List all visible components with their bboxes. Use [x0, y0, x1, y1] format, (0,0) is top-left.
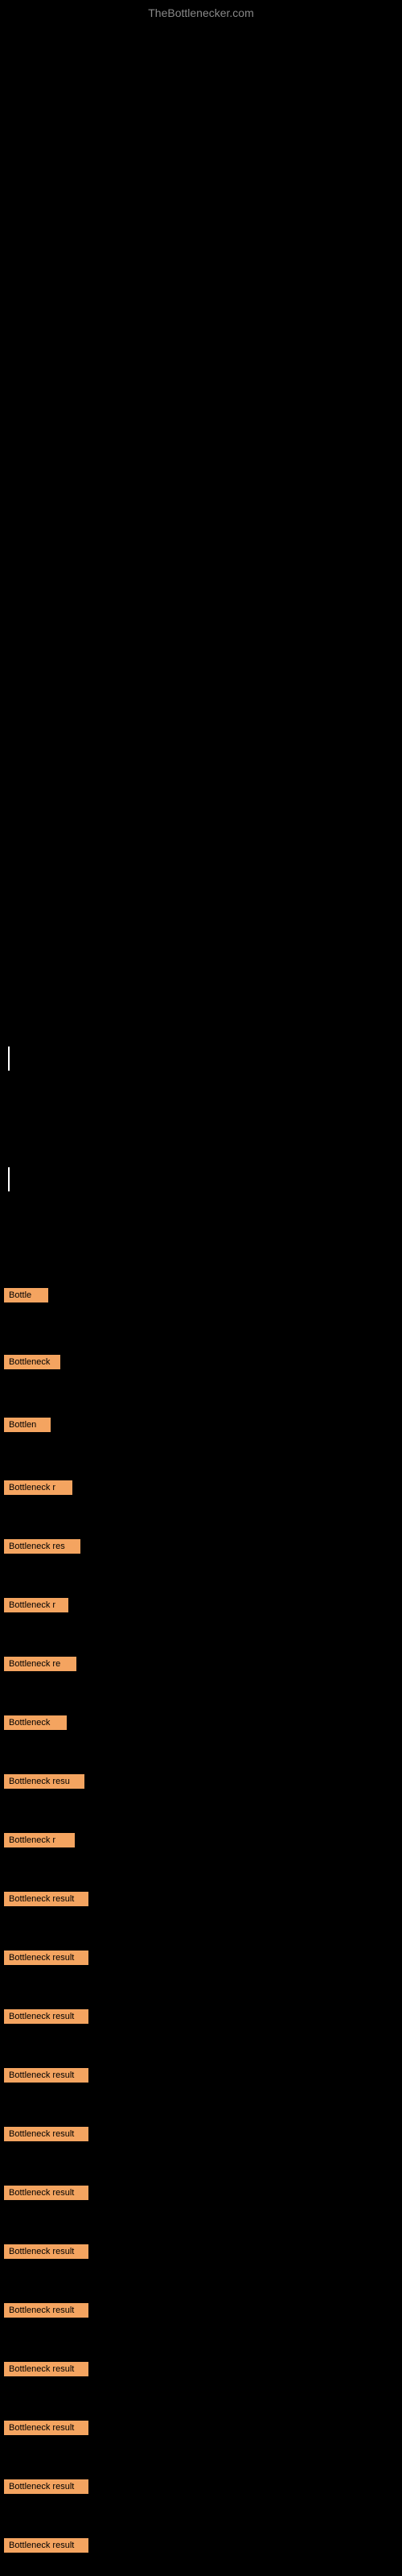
bottleneck-item-17: Bottleneck result	[4, 2244, 88, 2259]
bottleneck-item-21: Bottleneck result	[4, 2479, 88, 2494]
bottleneck-item-3: Bottlen	[4, 1418, 51, 1432]
bottleneck-item-18: Bottleneck result	[4, 2303, 88, 2318]
bottleneck-item-19: Bottleneck result	[4, 2362, 88, 2376]
bottleneck-item-6: Bottleneck r	[4, 1598, 68, 1612]
bottleneck-list: Bottle Bottleneck Bottlen Bottleneck r Bottl…	[4, 1288, 88, 2553]
bottleneck-item-7: Bottleneck re	[4, 1657, 76, 1671]
bottleneck-item-4: Bottleneck r	[4, 1480, 72, 1495]
bottleneck-item-5: Bottleneck res	[4, 1539, 80, 1554]
vertical-line-1	[8, 1046, 10, 1071]
vertical-line-2	[8, 1167, 10, 1191]
bottleneck-item-8: Bottleneck	[4, 1715, 67, 1730]
bottleneck-item-11: Bottleneck result	[4, 1892, 88, 1906]
bottleneck-item-2: Bottleneck	[4, 1355, 60, 1369]
bottleneck-item-20: Bottleneck result	[4, 2421, 88, 2435]
bottleneck-item-13: Bottleneck result	[4, 2009, 88, 2024]
bottleneck-item-22: Bottleneck result	[4, 2538, 88, 2553]
bottleneck-item-10: Bottleneck r	[4, 1833, 75, 1847]
bottleneck-item-14: Bottleneck result	[4, 2068, 88, 2083]
bottleneck-item-1: Bottle	[4, 1288, 48, 1302]
bottleneck-item-15: Bottleneck result	[4, 2127, 88, 2141]
bottleneck-item-16: Bottleneck result	[4, 2186, 88, 2200]
bottleneck-item-9: Bottleneck resu	[4, 1774, 84, 1789]
bottleneck-item-12: Bottleneck result	[4, 1951, 88, 1965]
site-title: TheBottlenecker.com	[148, 6, 254, 19]
